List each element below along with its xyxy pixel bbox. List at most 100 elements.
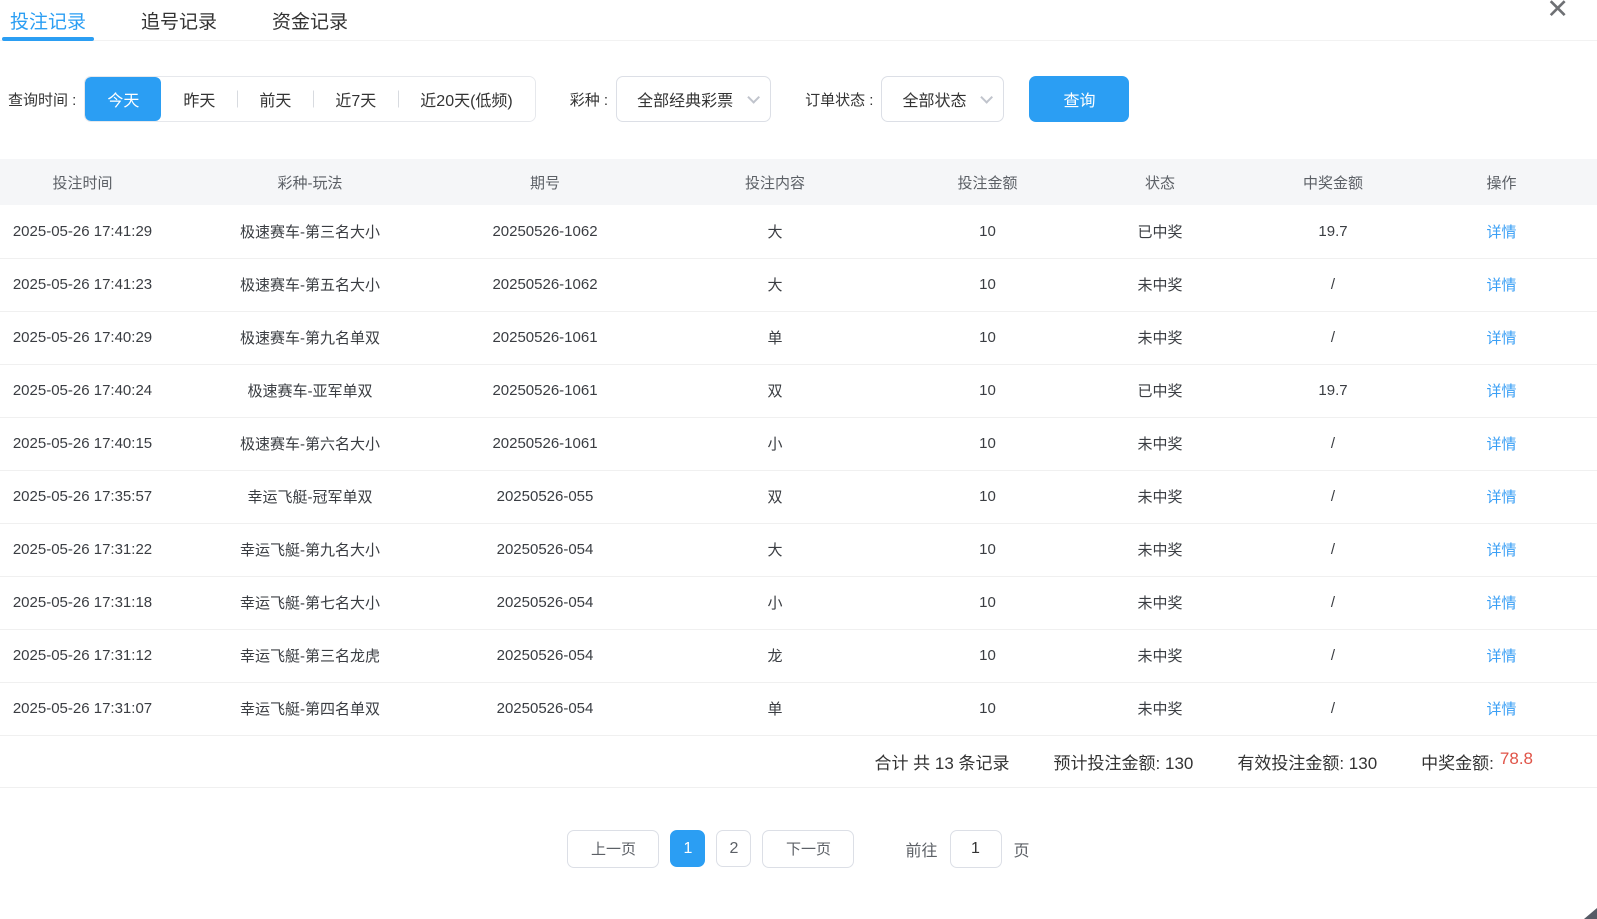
table-header-row: 投注时间彩种-玩法期号投注内容投注金额状态中奖金额操作	[0, 159, 1597, 205]
cell-amount: 10	[915, 576, 1060, 629]
detail-link[interactable]: 详情	[1486, 648, 1516, 665]
cell-time: 2025-05-26 17:41:23	[0, 258, 165, 311]
goto-page-input[interactable]	[950, 830, 1002, 868]
cell-game: 幸运飞艇-第四名单双	[165, 682, 455, 735]
page-number-1[interactable]: 1	[670, 830, 705, 867]
column-header-3: 投注内容	[635, 159, 915, 205]
cell-content: 小	[635, 417, 915, 470]
cell-status: 未中奖	[1060, 470, 1260, 523]
cell-status: 已中奖	[1060, 205, 1260, 258]
cell-game: 幸运飞艇-第七名大小	[165, 576, 455, 629]
cell-time: 2025-05-26 17:40:24	[0, 364, 165, 417]
summary-bar: 合计 共 13 条记录 预计投注金额: 130 有效投注金额: 130 中奖金额…	[0, 736, 1597, 788]
tab-bar: 投注记录 追号记录 资金记录 ✕	[0, 0, 1597, 41]
cell-action: 详情	[1406, 629, 1597, 682]
cell-status: 未中奖	[1060, 258, 1260, 311]
tab-1[interactable]: 追号记录	[141, 0, 217, 40]
cell-content: 小	[635, 576, 915, 629]
column-header-5: 状态	[1060, 159, 1260, 205]
time-option-4[interactable]: 近20天(低频)	[398, 77, 534, 121]
detail-link[interactable]: 详情	[1486, 542, 1516, 559]
search-button[interactable]: 查询	[1029, 76, 1129, 122]
cell-content: 大	[635, 205, 915, 258]
cell-content: 单	[635, 311, 915, 364]
detail-link[interactable]: 详情	[1486, 277, 1516, 294]
detail-link[interactable]: 详情	[1486, 489, 1516, 506]
time-option-3[interactable]: 近7天	[313, 77, 398, 121]
time-option-2[interactable]: 前天	[237, 77, 313, 121]
cell-game: 极速赛车-第六名大小	[165, 417, 455, 470]
cell-status: 未中奖	[1060, 682, 1260, 735]
cell-prize: /	[1260, 311, 1406, 364]
tab-bar-tabs: 投注记录 追号记录 资金记录	[10, 0, 403, 40]
page-number-2[interactable]: 2	[716, 830, 751, 867]
cell-amount: 10	[915, 258, 1060, 311]
detail-link[interactable]: 详情	[1486, 436, 1516, 453]
table-header: 投注时间彩种-玩法期号投注内容投注金额状态中奖金额操作	[0, 159, 1597, 205]
cell-prize: /	[1260, 258, 1406, 311]
cell-amount: 10	[915, 470, 1060, 523]
cell-issue: 20250526-1062	[455, 205, 635, 258]
table-row: 2025-05-26 17:40:24极速赛车-亚军单双20250526-106…	[0, 364, 1597, 417]
table-row: 2025-05-26 17:40:15极速赛车-第六名大小20250526-10…	[0, 417, 1597, 470]
table-row: 2025-05-26 17:31:18幸运飞艇-第七名大小20250526-05…	[0, 576, 1597, 629]
cell-time: 2025-05-26 17:40:29	[0, 311, 165, 364]
cell-prize: 19.7	[1260, 364, 1406, 417]
lottery-type-select[interactable]: 全部经典彩票	[616, 76, 771, 122]
detail-link[interactable]: 详情	[1486, 224, 1516, 241]
cell-amount: 10	[915, 205, 1060, 258]
detail-link[interactable]: 详情	[1486, 383, 1516, 400]
filter-bar: 查询时间 : 今天昨天前天近7天近20天(低频) 彩种 : 全部经典彩票 订单状…	[0, 75, 1597, 123]
detail-link[interactable]: 详情	[1486, 595, 1516, 612]
next-page-button[interactable]: 下一页	[762, 830, 854, 868]
cell-time: 2025-05-26 17:31:22	[0, 523, 165, 576]
cell-action: 详情	[1406, 470, 1597, 523]
time-filter-label: 查询时间 :	[8, 89, 76, 110]
cell-amount: 10	[915, 682, 1060, 735]
column-header-6: 中奖金额	[1260, 159, 1406, 205]
table-row: 2025-05-26 17:31:22幸运飞艇-第九名大小20250526-05…	[0, 523, 1597, 576]
cell-status: 未中奖	[1060, 629, 1260, 682]
cell-status: 未中奖	[1060, 523, 1260, 576]
tab-0[interactable]: 投注记录	[10, 0, 86, 40]
cell-prize: /	[1260, 523, 1406, 576]
prev-page-button[interactable]: 上一页	[567, 830, 659, 868]
column-header-1: 彩种-玩法	[165, 159, 455, 205]
lottery-filter-label: 彩种 :	[570, 89, 608, 110]
cell-time: 2025-05-26 17:35:57	[0, 470, 165, 523]
cell-issue: 20250526-1061	[455, 364, 635, 417]
time-option-0[interactable]: 今天	[85, 77, 161, 121]
cell-time: 2025-05-26 17:40:15	[0, 417, 165, 470]
cell-issue: 20250526-1062	[455, 258, 635, 311]
cell-game: 幸运飞艇-冠军单双	[165, 470, 455, 523]
time-range-group: 今天昨天前天近7天近20天(低频)	[84, 76, 535, 122]
summary-valid-amount: 有效投注金额: 130	[1237, 749, 1377, 774]
cell-issue: 20250526-055	[455, 470, 635, 523]
column-header-4: 投注金额	[915, 159, 1060, 205]
table-row: 2025-05-26 17:40:29极速赛车-第九名单双20250526-10…	[0, 311, 1597, 364]
table-row: 2025-05-26 17:31:07幸运飞艇-第四名单双20250526-05…	[0, 682, 1597, 735]
cell-action: 详情	[1406, 576, 1597, 629]
cell-status: 未中奖	[1060, 417, 1260, 470]
cell-action: 详情	[1406, 258, 1597, 311]
cell-game: 极速赛车-亚军单双	[165, 364, 455, 417]
cell-game: 极速赛车-第九名单双	[165, 311, 455, 364]
summary-prize: 中奖金额: 78.8	[1421, 749, 1533, 774]
pagination: 上一页 12 下一页 前往 页	[0, 830, 1597, 868]
goto-page: 前往 页	[905, 830, 1029, 868]
bet-records-table: 投注时间彩种-玩法期号投注内容投注金额状态中奖金额操作 2025-05-26 1…	[0, 159, 1597, 736]
chevron-down-icon	[747, 91, 760, 104]
cell-game: 极速赛车-第三名大小	[165, 205, 455, 258]
cell-game: 幸运飞艇-第三名龙虎	[165, 629, 455, 682]
detail-link[interactable]: 详情	[1486, 701, 1516, 718]
summary-prize-label: 中奖金额:	[1421, 749, 1494, 774]
table-row: 2025-05-26 17:41:29极速赛车-第三名大小20250526-10…	[0, 205, 1597, 258]
cell-time: 2025-05-26 17:31:07	[0, 682, 165, 735]
table-row: 2025-05-26 17:41:23极速赛车-第五名大小20250526-10…	[0, 258, 1597, 311]
cell-time: 2025-05-26 17:31:12	[0, 629, 165, 682]
close-icon[interactable]: ✕	[1546, 0, 1569, 23]
time-option-1[interactable]: 昨天	[161, 77, 237, 121]
order-status-select[interactable]: 全部状态	[881, 76, 1004, 122]
detail-link[interactable]: 详情	[1486, 330, 1516, 347]
tab-2[interactable]: 资金记录	[272, 0, 348, 40]
